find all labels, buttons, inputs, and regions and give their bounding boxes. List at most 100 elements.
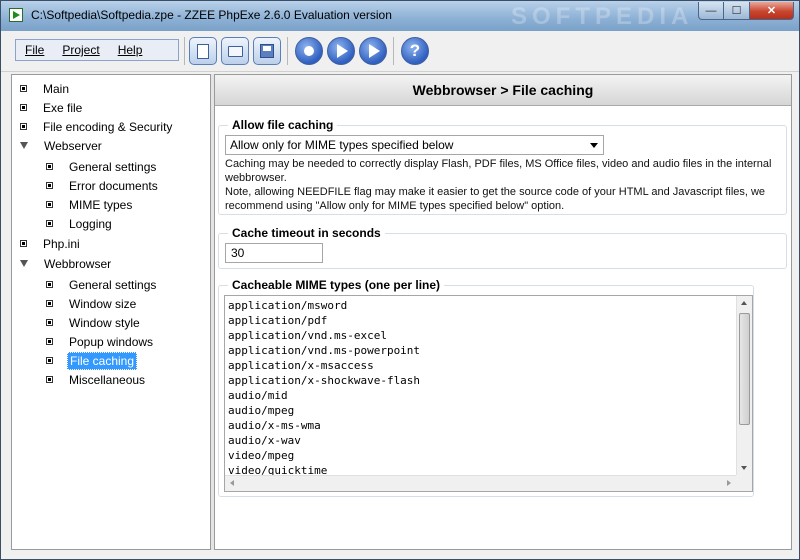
- open-project-button[interactable]: [221, 37, 249, 65]
- scroll-left-icon[interactable]: [230, 480, 234, 486]
- tree-item-window-size[interactable]: Window size: [46, 294, 138, 313]
- mime-line: audio/mpeg: [228, 404, 295, 417]
- horizontal-scrollbar[interactable]: [225, 475, 736, 491]
- tree-leaf-icon: [46, 357, 53, 364]
- cache-timeout-input[interactable]: 30: [225, 243, 323, 263]
- scroll-right-icon[interactable]: [727, 480, 731, 486]
- tree-item-main[interactable]: Main: [20, 79, 71, 98]
- tree-item-webserver[interactable]: Webserver: [20, 136, 104, 155]
- menu-file[interactable]: File: [16, 43, 53, 57]
- stop-button[interactable]: [295, 37, 323, 65]
- tree-item-label: General settings: [69, 159, 157, 174]
- tree-item-label: Logging: [69, 216, 112, 231]
- tree-item-label: Main: [43, 81, 70, 96]
- mime-line: audio/mid: [228, 389, 288, 402]
- toolbar-separator: [287, 37, 288, 65]
- vertical-scrollbar[interactable]: [736, 296, 752, 475]
- open-folder-icon: [227, 45, 243, 57]
- tree-leaf-icon: [46, 338, 53, 345]
- menu-bar: File Project Help: [15, 39, 179, 61]
- help-icon: ?: [409, 41, 421, 60]
- tree-leaf-icon: [20, 240, 27, 247]
- tree-item-label: Php.ini: [43, 236, 80, 251]
- cache-timeout-group: Cache timeout in seconds 30: [218, 226, 787, 269]
- maximize-button[interactable]: ☐: [724, 2, 750, 20]
- toolbar-separator: [184, 37, 185, 65]
- tree-item-logging[interactable]: Logging: [46, 214, 114, 233]
- tree-item-popup-windows[interactable]: Popup windows: [46, 332, 155, 351]
- close-button[interactable]: ✕: [750, 2, 794, 20]
- tree-item-mime-types[interactable]: MIME types: [46, 195, 134, 214]
- tree-item-miscellaneous[interactable]: Miscellaneous: [46, 370, 147, 389]
- tree-leaf-icon: [46, 281, 53, 288]
- tree-leaf-icon: [46, 376, 53, 383]
- tree-item-webserver-general[interactable]: General settings: [46, 157, 158, 176]
- menu-help[interactable]: Help: [109, 43, 152, 57]
- tree-item-label: General settings: [69, 277, 157, 292]
- expand-arrow-icon[interactable]: [20, 260, 28, 267]
- title-bar[interactable]: C:\Softpedia\Softpedia.zpe - ZZEE PhpExe…: [1, 1, 799, 32]
- help-button[interactable]: ?: [401, 37, 429, 65]
- tree-item-php-ini[interactable]: Php.ini: [20, 234, 82, 253]
- tree-leaf-icon: [46, 319, 53, 326]
- stop-icon: [304, 46, 314, 56]
- caching-info-text: Caching may be needed to correctly displ…: [225, 157, 781, 213]
- mime-line: application/pdf: [228, 314, 328, 327]
- tree-item-label: Miscellaneous: [69, 372, 146, 387]
- settings-page: Webbrowser > File caching Allow file cac…: [214, 74, 792, 550]
- minimize-button[interactable]: —: [698, 2, 724, 20]
- scroll-thumb[interactable]: [739, 313, 750, 425]
- window-controls: — ☐ ✕: [698, 2, 794, 20]
- tree-item-exe-file[interactable]: Exe file: [20, 98, 84, 117]
- menu-project[interactable]: Project: [53, 43, 108, 57]
- run-icon: [337, 44, 348, 58]
- mime-line: application/vnd.ms-excel: [228, 329, 387, 342]
- tree-item-label: Webserver: [44, 138, 102, 153]
- tree-item-error-documents[interactable]: Error documents: [46, 176, 160, 195]
- new-project-button[interactable]: [189, 37, 217, 65]
- mime-line: application/vnd.ms-powerpoint: [228, 344, 421, 357]
- mime-line: application/x-shockwave-flash: [228, 374, 421, 387]
- tree-leaf-icon: [20, 85, 27, 92]
- app-icon[interactable]: [9, 8, 23, 22]
- tree-leaf-icon: [46, 300, 53, 307]
- tree-leaf-icon: [46, 220, 53, 227]
- tree-item-webbrowser-general[interactable]: General settings: [46, 275, 158, 294]
- mime-types-group: Cacheable MIME types (one per line) appl…: [218, 278, 754, 497]
- tree-item-label: Exe file: [43, 100, 83, 115]
- mime-line: audio/x-wav: [228, 434, 301, 447]
- mime-lines: application/msword application/pdf appli…: [228, 298, 420, 478]
- play-button[interactable]: [359, 37, 387, 65]
- group-title: Cacheable MIME types (one per line): [228, 278, 445, 292]
- tree-item-label: Window style: [69, 315, 140, 330]
- expand-arrow-icon[interactable]: [20, 142, 28, 149]
- mime-line: application/x-msaccess: [228, 359, 374, 372]
- tree-item-label-selected: File caching: [67, 351, 138, 370]
- mime-line: video/mpeg: [228, 449, 295, 462]
- scroll-down-icon[interactable]: [741, 466, 747, 470]
- info-line: recommend using "Allow only for MIME typ…: [225, 200, 565, 212]
- tree-item-file-caching[interactable]: File caching: [46, 351, 138, 370]
- tree-leaf-icon: [46, 201, 53, 208]
- selected-option: Allow only for MIME types specified belo…: [230, 138, 454, 152]
- group-title: Allow file caching: [228, 118, 338, 132]
- run-button[interactable]: [327, 37, 355, 65]
- mime-types-textarea[interactable]: application/msword application/pdf appli…: [224, 295, 753, 492]
- play-icon: [369, 44, 380, 58]
- chevron-down-icon: [590, 143, 598, 148]
- tree-item-window-style[interactable]: Window style: [46, 313, 142, 332]
- tree-item-webbrowser[interactable]: Webbrowser: [20, 254, 113, 273]
- settings-tree[interactable]: Main Exe file File encoding & Security W…: [11, 74, 211, 550]
- tree-leaf-icon: [46, 182, 53, 189]
- file-caching-group: Allow file caching Allow only for MIME t…: [218, 118, 787, 215]
- tree-item-label: Popup windows: [69, 334, 154, 349]
- app-window: C:\Softpedia\Softpedia.zpe - ZZEE PhpExe…: [0, 0, 800, 560]
- save-disk-icon: [260, 44, 274, 58]
- save-project-button[interactable]: [253, 37, 281, 65]
- tree-item-label: Error documents: [69, 178, 158, 193]
- tree-item-file-encoding[interactable]: File encoding & Security: [20, 117, 174, 136]
- info-line: webbrowser.: [225, 172, 287, 184]
- mime-line: audio/x-ms-wma: [228, 419, 321, 432]
- scroll-up-icon[interactable]: [741, 301, 747, 305]
- caching-mode-select[interactable]: Allow only for MIME types specified belo…: [225, 135, 604, 155]
